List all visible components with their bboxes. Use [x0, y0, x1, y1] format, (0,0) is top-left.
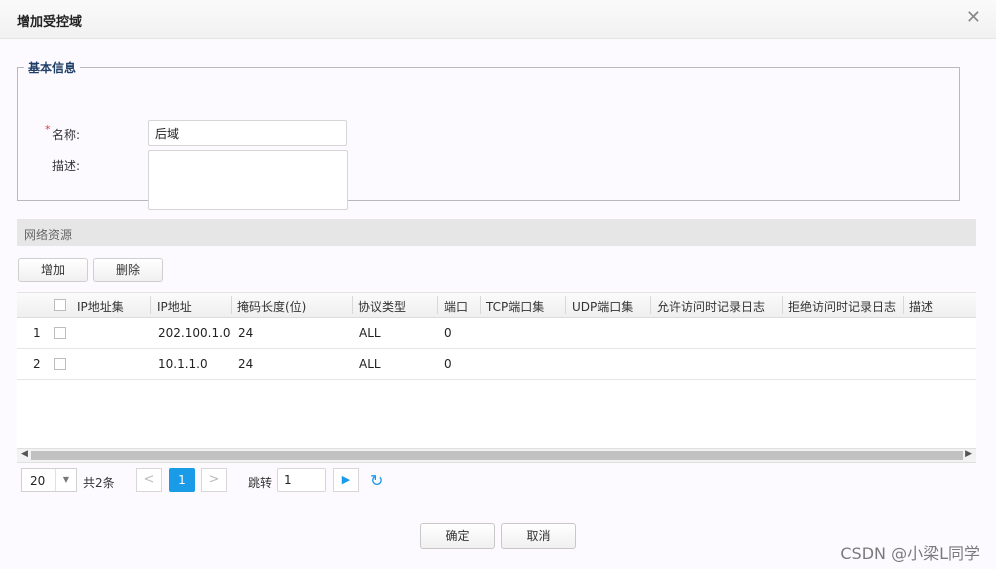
col-divider[interactable] — [352, 296, 353, 314]
col-divider[interactable] — [565, 296, 566, 314]
row-checkbox[interactable] — [54, 327, 66, 339]
required-mark: * — [45, 123, 51, 136]
current-page-button[interactable]: 1 — [169, 468, 195, 492]
name-label: 名称: — [52, 128, 81, 142]
name-input[interactable] — [148, 120, 347, 146]
cell-mask: 24 — [238, 326, 254, 340]
col-desc[interactable]: 描述 — [909, 298, 933, 315]
row-checkbox[interactable] — [54, 358, 66, 370]
page-size-value: 20 — [30, 474, 46, 488]
close-icon[interactable]: ✕ — [966, 9, 981, 27]
row-index: 1 — [33, 326, 41, 340]
col-ip-set[interactable]: IP地址集 — [77, 298, 124, 315]
go-icon[interactable]: ▶ — [333, 468, 359, 492]
col-protocol[interactable]: 协议类型 — [358, 298, 406, 315]
cell-ip: 202.100.1.0 — [158, 326, 231, 340]
col-divider[interactable] — [231, 296, 232, 314]
scroll-right-arrow-icon[interactable]: ▶ — [965, 449, 972, 459]
description-textarea[interactable] — [148, 150, 348, 210]
network-resources-header: 网络资源 — [17, 219, 976, 246]
col-divider[interactable] — [150, 296, 151, 314]
watermark: CSDN @小梁L同学 — [840, 544, 980, 563]
col-divider[interactable] — [437, 296, 438, 314]
desc-label: 描述: — [52, 159, 81, 173]
col-divider[interactable] — [782, 296, 783, 314]
dialog-title: 增加受控域 — [17, 15, 83, 30]
cell-port: 0 — [444, 357, 452, 371]
chevron-down-icon[interactable]: ▼ — [55, 469, 76, 491]
table-header: IP地址集 IP地址 掩码长度(位) 协议类型 端口 TCP端口集 UDP端口集… — [17, 293, 976, 318]
basic-info-group: 基本信息 * 名称: 描述: — [17, 59, 960, 210]
cancel-button[interactable]: 取消 — [501, 523, 576, 549]
dialog-titlebar: 增加受控域 ✕ — [0, 0, 996, 39]
jump-page-input[interactable] — [277, 468, 326, 492]
table-row[interactable]: 1 202.100.1.0 24 ALL 0 — [17, 318, 976, 349]
pagination-bar: 20 ▼ 共2条 < 1 > 跳转 ▶ ↻ — [17, 466, 617, 494]
col-port[interactable]: 端口 — [444, 298, 468, 315]
col-tcp-ports[interactable]: TCP端口集 — [486, 298, 544, 315]
prev-page-button[interactable]: < — [136, 468, 162, 492]
cell-ip: 10.1.1.0 — [158, 357, 208, 371]
col-ip[interactable]: IP地址 — [157, 298, 192, 315]
cell-port: 0 — [444, 326, 452, 340]
col-udp-ports[interactable]: UDP端口集 — [572, 298, 633, 315]
delete-button[interactable]: 删除 — [93, 258, 163, 282]
network-resources-title: 网络资源 — [24, 228, 73, 242]
network-resources-table: IP地址集 IP地址 掩码长度(位) 协议类型 端口 TCP端口集 UDP端口集… — [17, 292, 976, 450]
basic-info-legend: 基本信息 — [28, 61, 77, 75]
col-deny-log[interactable]: 拒绝访问时记录日志 — [788, 298, 896, 315]
row-index: 2 — [33, 357, 41, 371]
cell-protocol: ALL — [359, 357, 381, 371]
refresh-icon[interactable]: ↻ — [370, 471, 383, 490]
col-divider[interactable] — [480, 296, 481, 314]
table-row[interactable]: 2 10.1.1.0 24 ALL 0 — [17, 349, 976, 380]
jump-label: 跳转 — [248, 476, 273, 490]
select-all-checkbox[interactable] — [54, 299, 66, 311]
add-button[interactable]: 增加 — [18, 258, 88, 282]
col-divider[interactable] — [903, 296, 904, 314]
page-size-select[interactable]: 20 ▼ — [21, 468, 77, 492]
total-count: 共2条 — [83, 476, 115, 490]
name-label-wrap: * 名称: — [45, 123, 81, 143]
horizontal-scrollbar[interactable]: ◀ ▶ — [17, 448, 976, 463]
cell-mask: 24 — [238, 357, 254, 371]
col-allow-log[interactable]: 允许访问时记录日志 — [657, 298, 765, 315]
scroll-left-arrow-icon[interactable]: ◀ — [21, 449, 28, 459]
cell-protocol: ALL — [359, 326, 381, 340]
scrollbar-thumb[interactable] — [31, 451, 963, 460]
confirm-button[interactable]: 确定 — [420, 523, 495, 549]
next-page-button[interactable]: > — [201, 468, 227, 492]
col-divider[interactable] — [650, 296, 651, 314]
col-mask[interactable]: 掩码长度(位) — [237, 298, 306, 315]
